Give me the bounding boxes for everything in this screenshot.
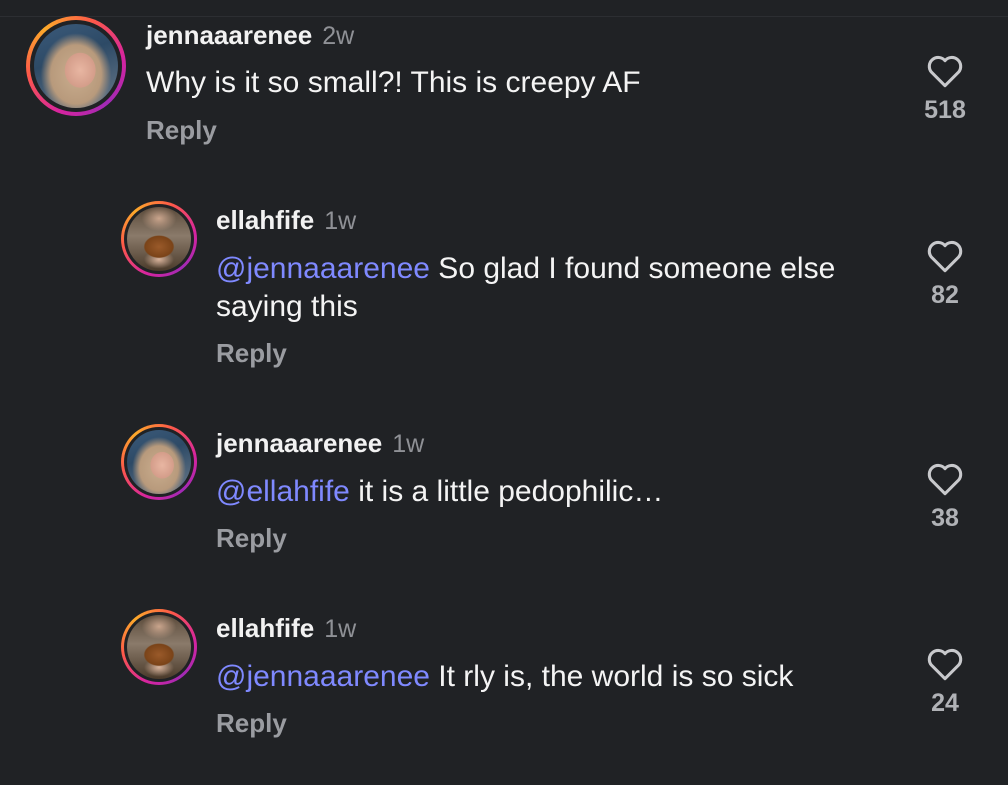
like-button[interactable]: 38 xyxy=(905,462,985,533)
mention-link[interactable]: @jennaaarenee xyxy=(216,660,430,693)
comment-username[interactable]: ellahfife 1w xyxy=(216,613,356,644)
heart-outline-icon[interactable] xyxy=(926,239,964,273)
comment-text: Why is it so small?! This is creepy AF xyxy=(146,64,641,102)
avatar[interactable] xyxy=(121,609,197,685)
username-text[interactable]: jennaaarenee xyxy=(216,428,382,458)
avatar[interactable] xyxy=(121,201,197,277)
mention-link[interactable]: @ellahfife xyxy=(216,475,350,508)
like-button[interactable]: 24 xyxy=(905,647,985,718)
comment-body: Why is it so small?! This is creepy AF xyxy=(146,66,641,99)
like-button[interactable]: 82 xyxy=(905,239,985,310)
heart-outline-icon[interactable] xyxy=(926,54,964,88)
comment-body: So glad I found someone else xyxy=(429,252,836,285)
comment-text: @ellahfife it is a little pedophilic… xyxy=(216,473,663,511)
comment-username[interactable]: jennaaarenee 2w xyxy=(146,20,354,51)
comment-body: It rly is, the world is so sick xyxy=(429,660,794,693)
username-text[interactable]: ellahfife xyxy=(216,205,314,235)
comment-timestamp: 1w xyxy=(324,207,357,235)
heart-outline-icon[interactable] xyxy=(926,647,964,681)
comment-body: it is a little pedophilic… xyxy=(349,475,664,508)
like-count: 38 xyxy=(931,504,959,532)
reply-button[interactable]: Reply xyxy=(216,708,287,739)
like-button[interactable]: 518 xyxy=(905,54,985,125)
mention-link[interactable]: @jennaaarenee xyxy=(216,252,430,285)
top-divider xyxy=(0,16,1008,17)
avatar-photo xyxy=(127,615,191,679)
comment-username[interactable]: ellahfife 1w xyxy=(216,205,356,236)
avatar-photo xyxy=(127,430,191,494)
avatar-photo xyxy=(34,24,118,108)
like-count: 24 xyxy=(931,689,959,717)
reply-button[interactable]: Reply xyxy=(216,338,287,369)
avatar[interactable] xyxy=(26,16,126,116)
avatar[interactable] xyxy=(121,424,197,500)
username-text[interactable]: ellahfife xyxy=(216,613,314,643)
comment-text: @jennaaarenee It rly is, the world is so… xyxy=(216,658,793,696)
like-count: 518 xyxy=(924,96,966,124)
comment-timestamp: 2w xyxy=(322,22,355,50)
comment-username[interactable]: jennaaarenee 1w xyxy=(216,428,424,459)
comment-timestamp: 1w xyxy=(392,430,425,458)
username-text[interactable]: jennaaarenee xyxy=(146,20,312,50)
heart-outline-icon[interactable] xyxy=(926,462,964,496)
comment-timestamp: 1w xyxy=(324,615,357,643)
reply-button[interactable]: Reply xyxy=(146,115,217,146)
like-count: 82 xyxy=(931,281,959,309)
comment-body-line2: saying this xyxy=(216,290,358,323)
reply-button[interactable]: Reply xyxy=(216,523,287,554)
comment-text: @jennaaarenee So glad I found someone el… xyxy=(216,250,835,326)
avatar-photo xyxy=(127,207,191,271)
